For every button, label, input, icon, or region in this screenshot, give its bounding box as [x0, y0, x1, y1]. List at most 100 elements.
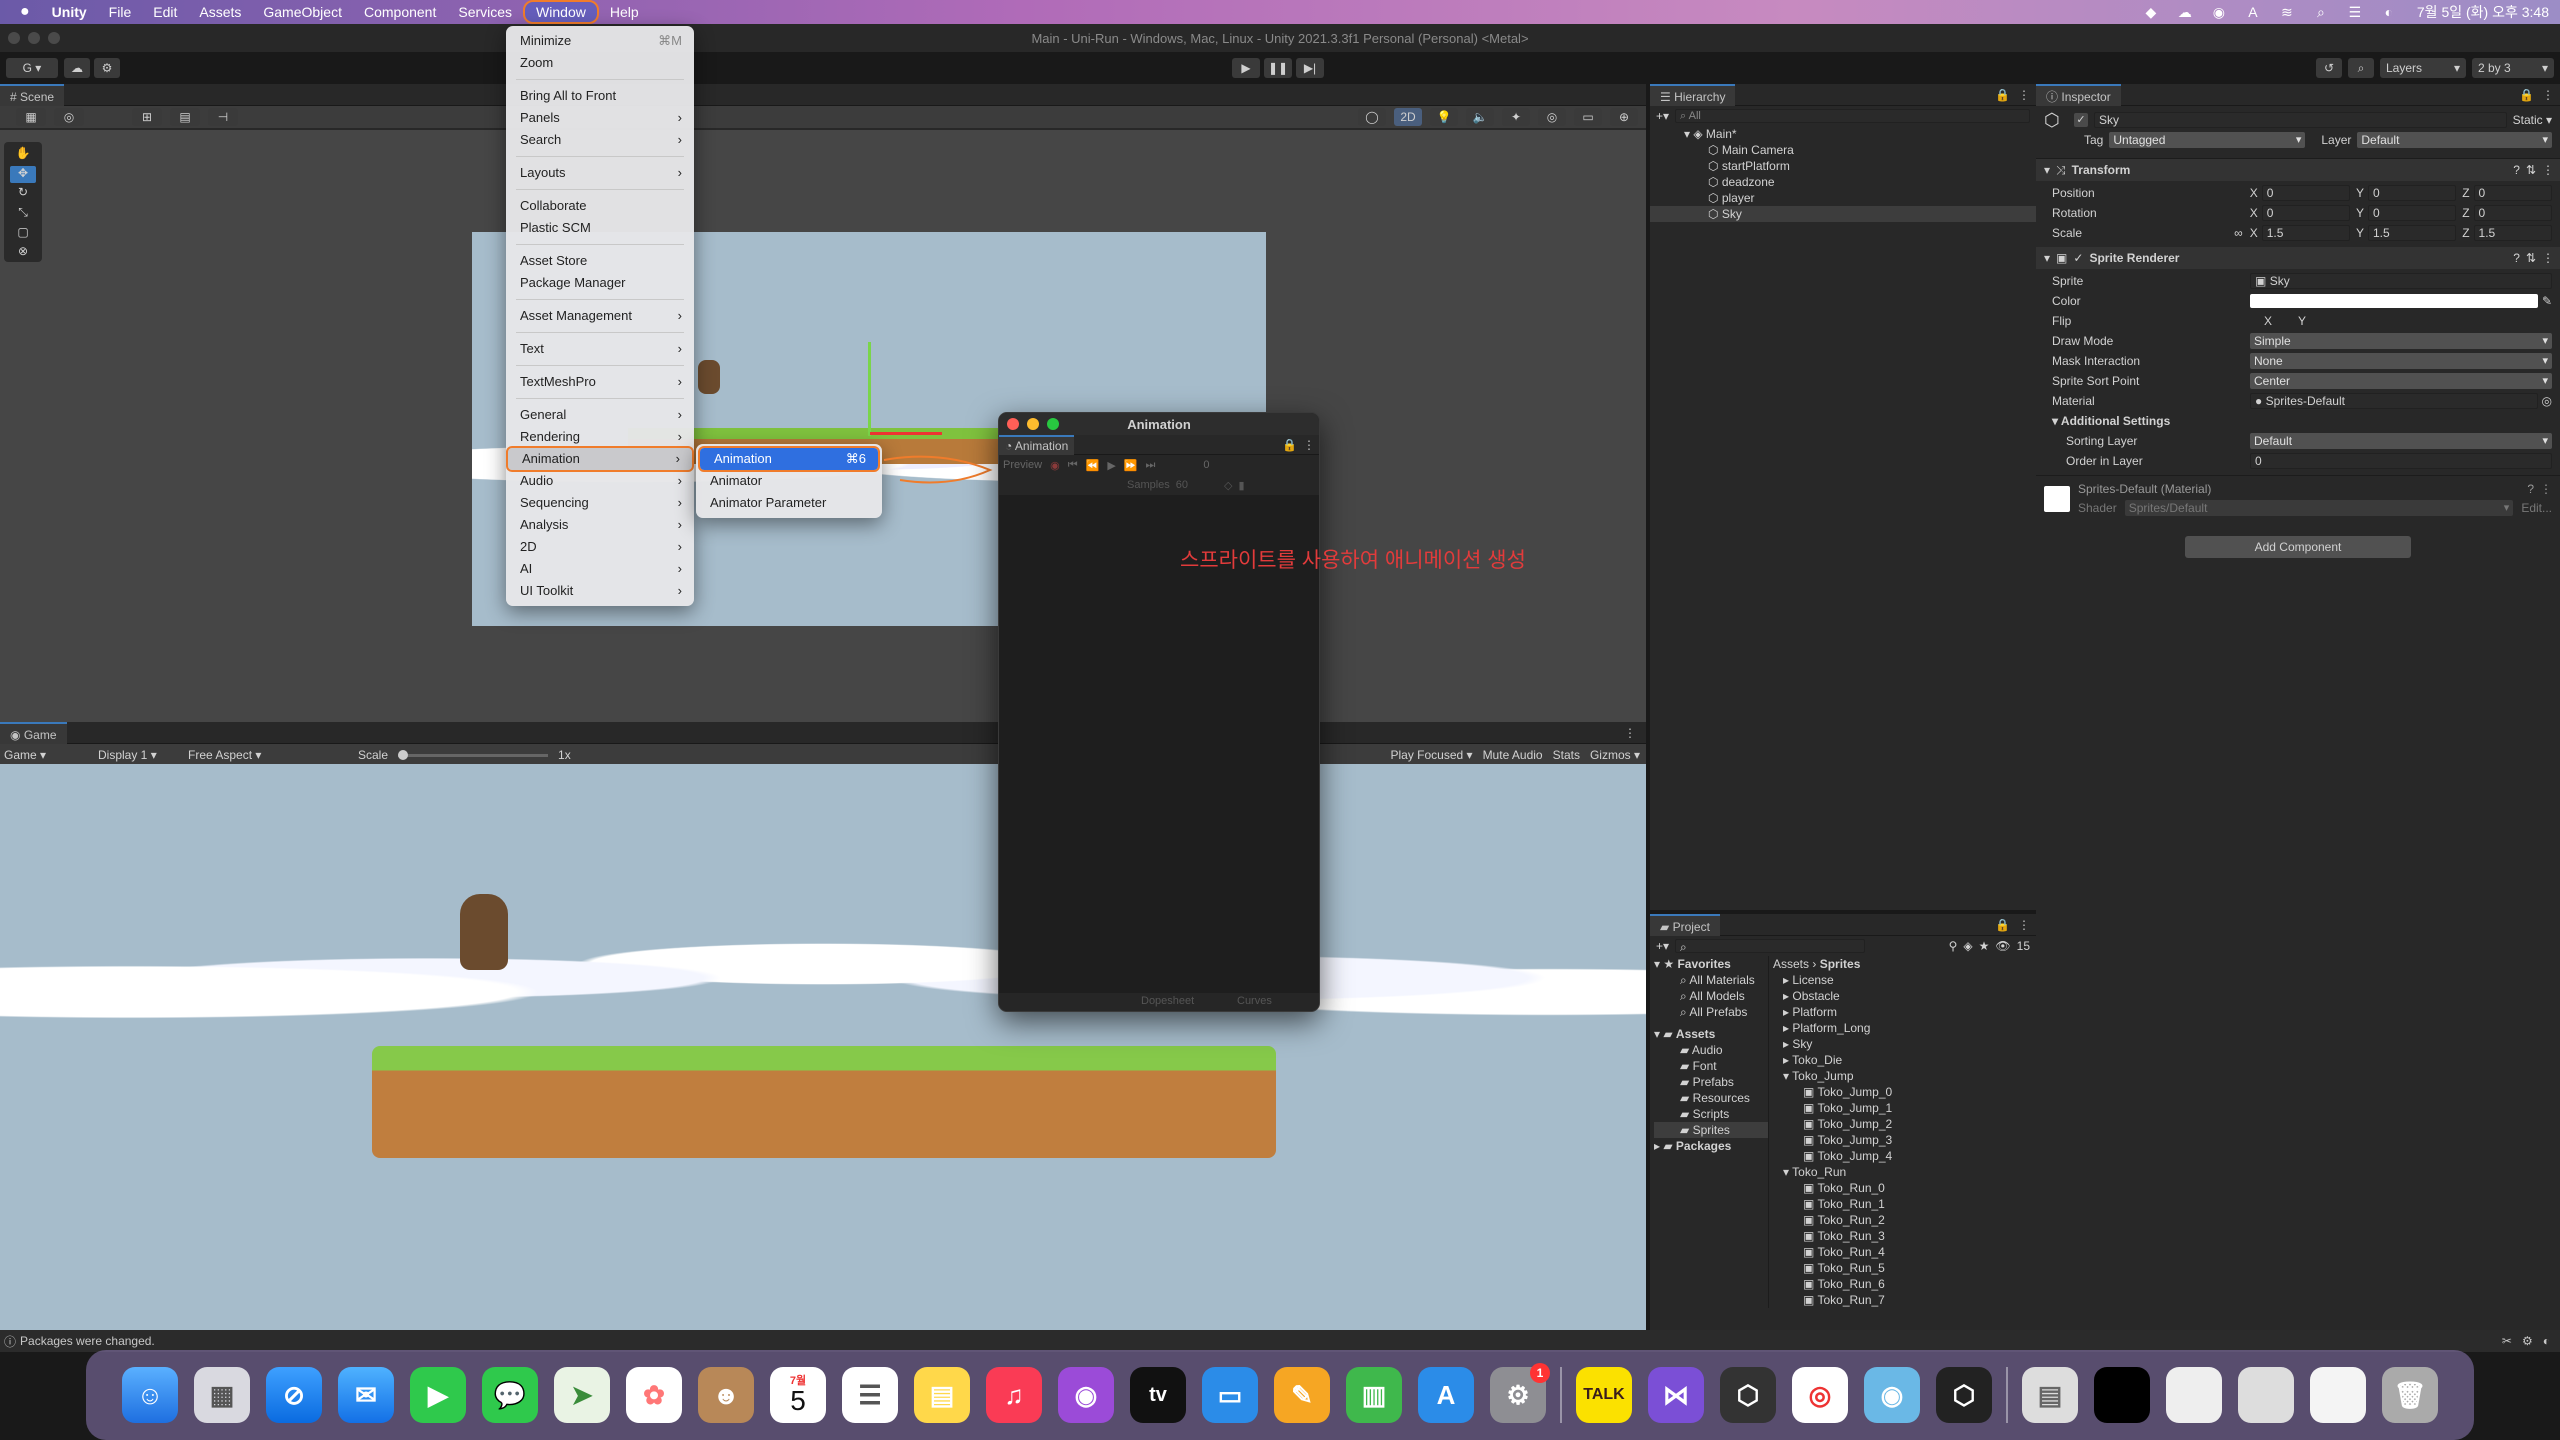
lock-icon[interactable]: 🔒	[1995, 88, 2018, 102]
hierarchy-item[interactable]: ⬡ Main Camera	[1684, 142, 2036, 158]
hand-tool-icon[interactable]: ✋	[10, 146, 36, 164]
scene-2d-toggle[interactable]: 2D	[1394, 108, 1422, 126]
menu-unity[interactable]: Unity	[41, 0, 98, 24]
menu-item-general[interactable]: General ›	[506, 404, 694, 426]
favorite-icon[interactable]: ★	[1979, 939, 1990, 953]
asset-item[interactable]: ▸ Sky	[1773, 1036, 2036, 1052]
rect-tool-icon[interactable]: ▢	[10, 225, 36, 243]
order-in-layer-field[interactable]: 0	[2250, 453, 2552, 469]
contacts-icon[interactable]: ☻	[698, 1367, 754, 1423]
sort-point-dropdown[interactable]: Center	[2250, 373, 2552, 389]
record-icon[interactable]: ◉	[1050, 459, 1060, 472]
dropbox-icon[interactable]: ◆	[2142, 4, 2160, 20]
cloud-icon[interactable]: ☁	[64, 58, 90, 78]
creative-cloud-icon[interactable]: ☁	[2176, 4, 2194, 20]
add-icon[interactable]: +▾	[1656, 939, 1669, 953]
menu-window[interactable]: Window	[523, 0, 599, 24]
podcasts-icon[interactable]: ◉	[1058, 1367, 1114, 1423]
assets-header[interactable]: ▾ ▰ Assets	[1654, 1026, 1768, 1042]
hierarchy-item[interactable]: ⬡ player	[1684, 190, 2036, 206]
sprite-frame-item[interactable]: ▣ Toko_Run_2	[1773, 1212, 2036, 1228]
add-event-icon[interactable]: ▮	[1239, 479, 1245, 492]
submenu-item-animator-parameter[interactable]: Animator Parameter	[696, 492, 882, 514]
preset-icon[interactable]: ⇅	[2526, 163, 2536, 177]
sprite-frame-item[interactable]: ▣ Toko_Run_4	[1773, 1244, 2036, 1260]
sprite-frame-item[interactable]: ▣ Toko_Jump_0	[1773, 1084, 2036, 1100]
asset-folder[interactable]: ▰ Audio	[1654, 1042, 1768, 1058]
pages-icon[interactable]: ✎	[1274, 1367, 1330, 1423]
trash-icon[interactable]: 🗑	[2382, 1367, 2438, 1423]
kakaotalk-icon[interactable]: TALK	[1576, 1367, 1632, 1423]
object-name-field[interactable]: Sky	[2094, 112, 2507, 128]
asset-folder[interactable]: ▰ Scripts	[1654, 1106, 1768, 1122]
additional-settings-foldout[interactable]: ▾ Additional Settings	[2052, 414, 2170, 428]
gizmos-icon[interactable]: ⊕	[1610, 108, 1638, 126]
status-message[interactable]: Packages were changed.	[20, 1334, 155, 1348]
aspect-dropdown[interactable]: Free Aspect ▾	[188, 748, 348, 762]
debug-icon[interactable]: ⚙	[2522, 1334, 2543, 1348]
minimized-window-thumbnail[interactable]	[2166, 1367, 2222, 1423]
lock-icon[interactable]: 🔒	[1282, 438, 1303, 452]
minimized-window-thumbnail[interactable]	[2238, 1367, 2294, 1423]
control-center-icon[interactable]: ☰	[2346, 4, 2364, 20]
favorite-item[interactable]: ⌕ All Prefabs	[1654, 1004, 1768, 1020]
menu-item-package-manager[interactable]: Package Manager	[506, 272, 694, 294]
sprite-field[interactable]: ▣ Sky	[2250, 273, 2552, 289]
layer-dropdown[interactable]: Default	[2357, 132, 2552, 148]
scale-tool-icon[interactable]: ⤡	[10, 205, 36, 223]
game-mode-dropdown[interactable]: Game ▾	[4, 748, 88, 762]
dopesheet-tab[interactable]: Dopesheet	[1141, 995, 1194, 1007]
tab-project[interactable]: ▰ Project	[1650, 913, 1720, 936]
render-mode-icon[interactable]: ◯	[1358, 108, 1386, 126]
asset-item[interactable]: ▾ Toko_Run	[1773, 1164, 2036, 1180]
rotation-y-field[interactable]: 0	[2367, 205, 2457, 221]
quicktime-icon[interactable]: ◉	[1864, 1367, 1920, 1423]
tab-game[interactable]: ◉ Game	[0, 721, 67, 744]
sprite-frame-item[interactable]: ▣ Toko_Jump_1	[1773, 1100, 2036, 1116]
menu-assets[interactable]: Assets	[188, 0, 252, 24]
menu-item-asset-store[interactable]: Asset Store	[506, 250, 694, 272]
menu-item-text[interactable]: Text ›	[506, 338, 694, 360]
menu-component[interactable]: Component	[353, 0, 447, 24]
favorites-header[interactable]: ▾ ★ Favorites	[1654, 956, 1768, 972]
first-keyframe-icon[interactable]: ⏮	[1068, 459, 1078, 472]
play-icon[interactable]: ▶	[1232, 58, 1260, 78]
menu-item-rendering[interactable]: Rendering ›	[506, 426, 694, 448]
display-dropdown[interactable]: Display 1 ▾	[98, 748, 178, 762]
move-gizmo-y-axis[interactable]	[868, 342, 871, 436]
increment-snap-icon[interactable]: ⊣	[208, 108, 238, 126]
transform-header[interactable]: ▾ ⤨ Transform ? ⇅ ⋮	[2036, 159, 2560, 181]
sorting-layer-dropdown[interactable]: Default	[2250, 433, 2552, 449]
help-icon[interactable]: ?	[2513, 163, 2520, 177]
audio-icon[interactable]: 🔈	[1466, 108, 1494, 126]
lock-icon[interactable]: 🔒	[2519, 88, 2542, 102]
asset-item[interactable]: ▸ Platform	[1773, 1004, 2036, 1020]
sprite-frame-item[interactable]: ▣ Toko_Run_1	[1773, 1196, 2036, 1212]
move-gizmo-x-axis[interactable]	[870, 432, 942, 435]
component-menu-icon[interactable]: ⋮	[2542, 251, 2560, 265]
play-icon[interactable]: ▶	[1107, 459, 1115, 472]
account-button[interactable]: G ▾	[6, 58, 58, 78]
flip-y-checkbox[interactable]: Y	[2298, 314, 2306, 328]
menu-item-layouts[interactable]: Layouts ›	[506, 162, 694, 184]
preset-icon[interactable]: ⇅	[2526, 251, 2536, 265]
menu-edit[interactable]: Edit	[142, 0, 188, 24]
frame-field[interactable]: 0	[1203, 459, 1209, 471]
collab-icon[interactable]: ⚙	[94, 58, 120, 78]
search-icon[interactable]: ⌕	[2348, 58, 2374, 78]
numbers-icon[interactable]: ▥	[1346, 1367, 1402, 1423]
pause-icon[interactable]: ❚❚	[1264, 58, 1292, 78]
grid-snap-icon[interactable]: ▤	[170, 108, 200, 126]
active-checkbox[interactable]: ✓	[2074, 113, 2088, 127]
mask-interaction-dropdown[interactable]: None	[2250, 353, 2552, 369]
stats-toggle[interactable]: Stats	[1553, 748, 1580, 762]
transform-tool-icon[interactable]: ⊗	[10, 244, 36, 262]
previous-keyframe-icon[interactable]: ⏪	[1086, 459, 1100, 472]
draw-mode-dropdown[interactable]: Simple	[2250, 333, 2552, 349]
component-enabled-checkbox[interactable]: ✓	[2073, 251, 2083, 265]
launchpad-icon[interactable]: ▦	[194, 1367, 250, 1423]
minimized-window-thumbnail[interactable]	[2310, 1367, 2366, 1423]
finder-icon[interactable]: ☺	[122, 1367, 178, 1423]
rotation-z-field[interactable]: 0	[2473, 205, 2552, 221]
samples-field[interactable]: 60	[1176, 479, 1188, 491]
